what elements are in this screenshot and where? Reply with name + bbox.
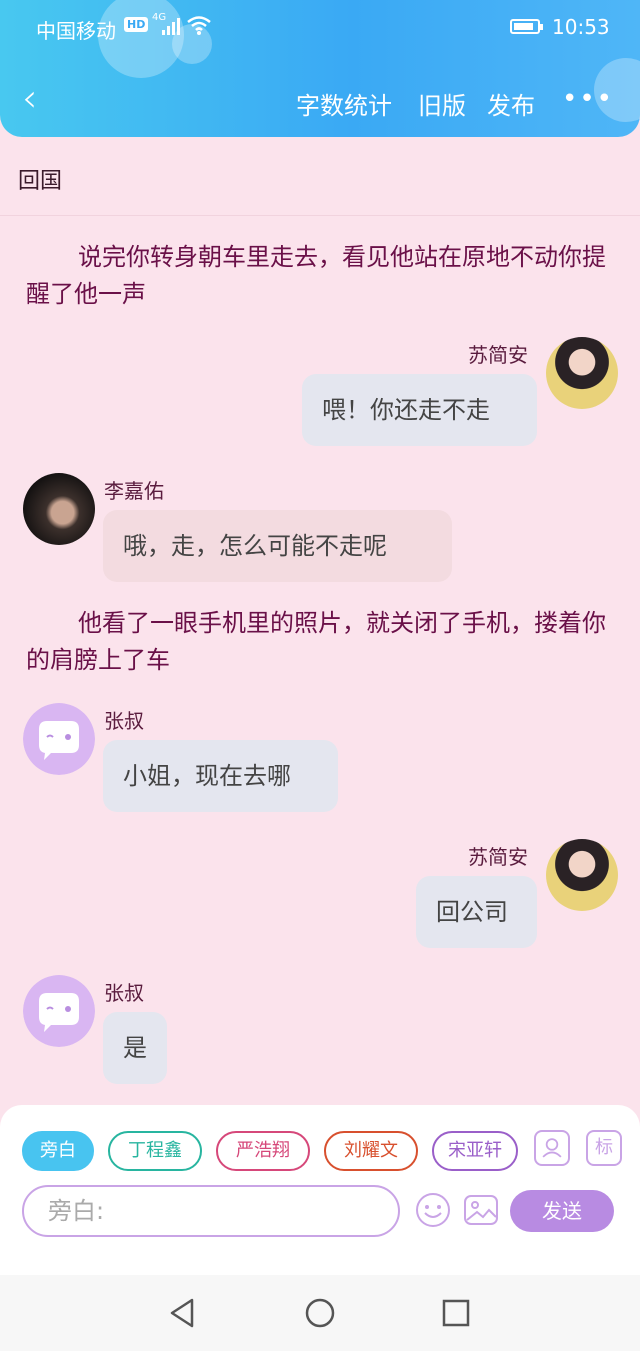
message-bubble[interactable]: 是	[103, 1012, 167, 1084]
clock: 10:53	[552, 15, 610, 39]
avatar[interactable]	[23, 473, 95, 545]
chapter-title[interactable]: 回国	[18, 163, 62, 195]
chat-bubble-avatar-icon[interactable]	[23, 975, 95, 1047]
sender-name: 张叔	[104, 981, 144, 1005]
emoji-icon[interactable]	[414, 1191, 452, 1229]
composer-panel: 旁白 丁程鑫 严浩翔 刘耀文 宋亚轩 标 旁白: 发送	[0, 1105, 640, 1275]
image-icon[interactable]	[462, 1191, 500, 1229]
app-header: 中国移动 HD 4G 10:53 ‹ 字数统计 旧版 发布 •••	[0, 0, 640, 137]
narration-text[interactable]: 说完你转身朝车里走去，看见他站在原地不动你提醒了他一声	[26, 239, 606, 313]
back-arrow-icon[interactable]: ‹	[22, 78, 37, 118]
avatar[interactable]	[546, 337, 618, 409]
system-nav-bar	[0, 1275, 640, 1351]
sender-name: 张叔	[104, 709, 144, 733]
character-chip[interactable]: 严浩翔	[216, 1131, 310, 1171]
sender-name: 苏简安	[468, 343, 528, 367]
publish-button[interactable]: 发布	[487, 86, 535, 121]
message-input[interactable]: 旁白:	[22, 1185, 400, 1237]
send-button[interactable]: 发送	[510, 1190, 614, 1232]
battery-icon	[510, 19, 543, 34]
avatar[interactable]	[546, 839, 618, 911]
chat-bubble-avatar-icon[interactable]	[23, 703, 95, 775]
character-chip[interactable]: 丁程鑫	[108, 1131, 202, 1171]
message-bubble[interactable]: 小姐，现在去哪	[103, 740, 338, 812]
chat-area[interactable]: 说完你转身朝车里走去，看见他站在原地不动你提醒了他一声 苏简安 喂！你还走不走 …	[0, 215, 640, 1105]
carrier-label: 中国移动	[36, 19, 116, 43]
status-bar: 中国移动 HD 4G 10:53	[0, 0, 640, 56]
hd-badge: HD	[124, 17, 149, 32]
character-chip[interactable]: 宋亚轩	[432, 1131, 518, 1171]
message-bubble[interactable]: 回公司	[416, 876, 537, 948]
character-chip-narrator[interactable]: 旁白	[22, 1131, 94, 1171]
back-triangle-icon[interactable]	[168, 1297, 198, 1329]
more-menu-icon[interactable]: •••	[562, 84, 614, 114]
message-bubble[interactable]: 喂！你还走不走	[302, 374, 537, 446]
nav-bar: ‹ 字数统计 旧版 发布 •••	[0, 72, 640, 132]
old-version-button[interactable]: 旧版	[418, 86, 466, 121]
sender-name: 李嘉佑	[104, 479, 164, 503]
mark-button[interactable]: 标	[586, 1130, 622, 1166]
chapter-title-bar: 回国	[0, 137, 640, 216]
narration-text[interactable]: 他看了一眼手机里的照片，就关闭了手机，搂着你的肩膀上了车	[26, 605, 606, 679]
recents-square-icon[interactable]	[441, 1298, 471, 1328]
word-count-button[interactable]: 字数统计	[296, 86, 392, 121]
wifi-icon	[187, 16, 211, 35]
character-chip[interactable]: 刘耀文	[324, 1131, 418, 1171]
home-circle-icon[interactable]	[304, 1297, 336, 1329]
character-manage-icon[interactable]	[534, 1130, 570, 1166]
message-bubble[interactable]: 哦，走，怎么可能不走呢	[103, 510, 452, 582]
signal-icon	[162, 18, 180, 35]
sender-name: 苏简安	[468, 845, 528, 869]
